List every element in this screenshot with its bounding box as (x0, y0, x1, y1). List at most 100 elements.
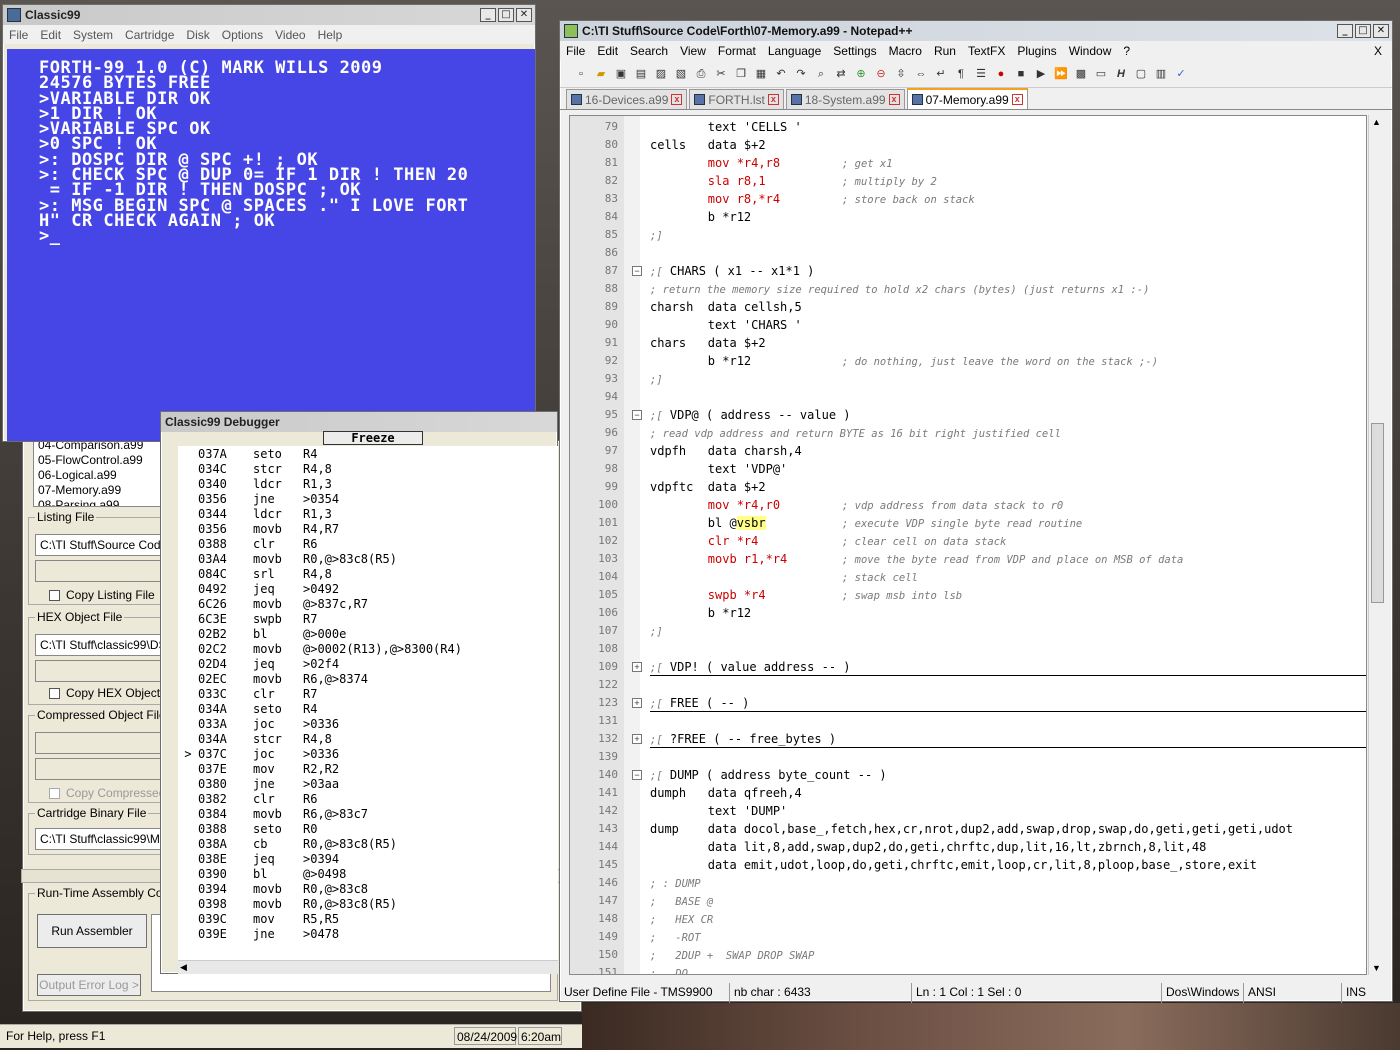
fold-collapse-icon[interactable]: − (632, 770, 642, 780)
disasm-row[interactable]: 0398 movb R0,@>83c8(R5) (178, 897, 558, 912)
disasm-row[interactable]: 02C2 movb @>0002(R13),@>8300(R4) (178, 642, 558, 657)
html-icon[interactable]: H (1112, 65, 1130, 83)
menu-video[interactable]: Video (269, 28, 311, 42)
hex-path-field[interactable]: C:\TI Stuff\classic99\DSK (35, 634, 165, 656)
code-line[interactable]: ; HEX CR (650, 910, 713, 928)
code-editor[interactable]: 79 text 'CELLS ' 80 cells data $+2 81 mov *… (569, 115, 1367, 975)
disasm-row[interactable]: 084C srl R4,8 (178, 567, 558, 582)
code-line[interactable]: sla r8,1 ; multiply by 2 (650, 172, 937, 190)
close-doc-icon[interactable]: X (1368, 44, 1388, 58)
menu-cartridge[interactable]: Cartridge (119, 28, 180, 42)
tab-18-system[interactable]: 18-System.a99 x (785, 89, 905, 109)
fold-expand-icon[interactable]: + (632, 698, 642, 708)
classic99-title-bar[interactable]: Classic99 _ □ ✕ (3, 5, 535, 25)
code-line[interactable]: ;[ FREE ( -- ) (650, 694, 749, 712)
disasm-row[interactable]: 039E jne >0478 (178, 927, 558, 942)
tab-07-memory[interactable]: 07-Memory.a99 x (906, 88, 1028, 109)
indent-guide-icon[interactable]: ☰ (972, 65, 990, 83)
code-line[interactable]: ; -ROT (650, 928, 701, 946)
code-line[interactable]: clr *r4 ; clear cell on data stack (650, 532, 1007, 550)
code-line[interactable]: vdpftc data $+2 (650, 478, 766, 496)
disasm-row[interactable]: 034A seto R4 (178, 702, 558, 717)
close-icon[interactable]: ✕ (516, 8, 532, 22)
debugger-title-bar[interactable]: Classic99 Debugger (161, 412, 557, 432)
menu-edit[interactable]: Edit (591, 44, 624, 58)
compressed-path-field[interactable] (35, 732, 165, 754)
disasm-row[interactable]: 0388 seto R0 (178, 822, 558, 837)
paste-icon[interactable]: ▦ (752, 65, 770, 83)
disasm-row[interactable]: 034C stcr R4,8 (178, 462, 558, 477)
save-macro-icon[interactable]: ▩ (1072, 65, 1090, 83)
fold-collapse-icon[interactable]: − (632, 266, 642, 276)
menu-system[interactable]: System (67, 28, 119, 42)
code-line[interactable]: ; stack cell (650, 568, 918, 586)
tab-close-icon[interactable]: x (888, 94, 900, 105)
close-all-icon[interactable]: ▧ (672, 65, 690, 83)
save-all-icon[interactable]: ▤ (632, 65, 650, 83)
code-line[interactable]: data emit,udot,loop,do,geti,chrftc,emit,… (650, 856, 1257, 874)
disasm-row[interactable]: 02D4 jeq >02f4 (178, 657, 558, 672)
folder-icon[interactable]: ▭ (1092, 65, 1110, 83)
disasm-row[interactable]: 02EC movb R6,@>8374 (178, 672, 558, 687)
undo-icon[interactable]: ↶ (772, 65, 790, 83)
code-line[interactable]: text 'VDP@' (650, 460, 787, 478)
code-line[interactable]: ; read vdp address and return BYTE as 16… (650, 424, 1061, 442)
code-line[interactable]: ;[ DUMP ( address byte_count -- ) (650, 766, 887, 784)
menu-window[interactable]: Window (1063, 44, 1118, 58)
menu-help[interactable]: ? (1117, 44, 1136, 58)
disasm-row[interactable]: 02B2 bl @>000e (178, 627, 558, 642)
listing-path-field[interactable]: C:\TI Stuff\Source Code\ (35, 534, 165, 556)
disasm-row[interactable]: 038E jeq >0394 (178, 852, 558, 867)
menu-format[interactable]: Format (712, 44, 762, 58)
disasm-row[interactable]: >037C joc >0336 (178, 747, 558, 762)
code-line[interactable]: vdpfh data charsh,4 (650, 442, 802, 460)
code-line[interactable]: ; 2DUP + SWAP DROP SWAP (650, 946, 814, 964)
copy-hex-checkbox[interactable]: Copy HEX Object (49, 686, 160, 700)
disasm-row[interactable]: 0382 clr R6 (178, 792, 558, 807)
disasm-row[interactable]: 6C26 movb @>837c,R7 (178, 597, 558, 612)
tab-16-devices[interactable]: 16-Devices.a99 x (566, 89, 688, 109)
tab-close-icon[interactable]: x (671, 94, 683, 105)
new-file-icon[interactable]: ▫ (572, 65, 590, 83)
hex-extra-field[interactable] (35, 660, 165, 682)
cut-icon[interactable]: ✂ (712, 65, 730, 83)
cartridge-path-field[interactable]: C:\TI Stuff\classic99\MODS (35, 828, 165, 850)
freeze-button[interactable]: Freeze (323, 431, 423, 445)
find-icon[interactable]: ⌕ (812, 65, 830, 83)
tab-close-icon[interactable]: x (1011, 94, 1023, 105)
menu-help[interactable]: Help (312, 28, 349, 42)
copy-compressed-checkbox[interactable]: Copy Compressed (49, 786, 165, 800)
code-line[interactable]: mov r8,*r4 ; store back on stack (650, 190, 975, 208)
disasm-row[interactable]: 0356 jne >0354 (178, 492, 558, 507)
minimize-icon[interactable]: _ (1337, 24, 1353, 38)
code-line[interactable]: ; return the memory size required to hol… (650, 280, 1149, 298)
code-line[interactable]: mov *r4,r8 ; get x1 (650, 154, 893, 172)
disasm-row[interactable]: 0390 bl @>0498 (178, 867, 558, 882)
emulator-screen[interactable]: FORTH-99 1.0 (C) MARK WILLS 2009 24576 BY… (7, 49, 535, 441)
code-line[interactable]: ; : DUMP (650, 874, 701, 892)
menu-settings[interactable]: Settings (827, 44, 882, 58)
code-line[interactable]: swpb *r4 ; swap msb into lsb (650, 586, 962, 604)
compressed-extra-field[interactable] (35, 758, 165, 780)
menu-run[interactable]: Run (928, 44, 962, 58)
save-icon[interactable]: ▣ (612, 65, 630, 83)
show-all-chars-icon[interactable]: ¶ (952, 65, 970, 83)
scroll-thumb[interactable] (1371, 423, 1384, 603)
fold-expand-icon[interactable]: + (632, 734, 642, 744)
listing-extra-field[interactable] (35, 560, 165, 582)
printer-icon[interactable]: ▥ (1152, 65, 1170, 83)
scroll-up-icon[interactable]: ▲ (1372, 117, 1381, 127)
redo-icon[interactable]: ↷ (792, 65, 810, 83)
zoom-in-icon[interactable]: ⊕ (852, 65, 870, 83)
code-line[interactable]: cells data $+2 (650, 136, 766, 154)
code-line[interactable]: b *r12 (650, 208, 751, 226)
scroll-left-icon[interactable]: ◀ (180, 962, 187, 973)
disasm-row[interactable]: 0340 ldcr R1,3 (178, 477, 558, 492)
disasm-row[interactable]: 037E mov R2,R2 (178, 762, 558, 777)
code-line[interactable]: ;] (650, 622, 663, 640)
copy-listing-checkbox[interactable]: Copy Listing File (49, 588, 155, 602)
disasm-row[interactable]: 033C clr R7 (178, 687, 558, 702)
disasm-row[interactable]: 0394 movb R0,@>83c8 (178, 882, 558, 897)
code-line[interactable]: dump data docol,base_,fetch,hex,cr,nrot,… (650, 820, 1293, 838)
code-line[interactable]: charsh data cellsh,5 (650, 298, 802, 316)
